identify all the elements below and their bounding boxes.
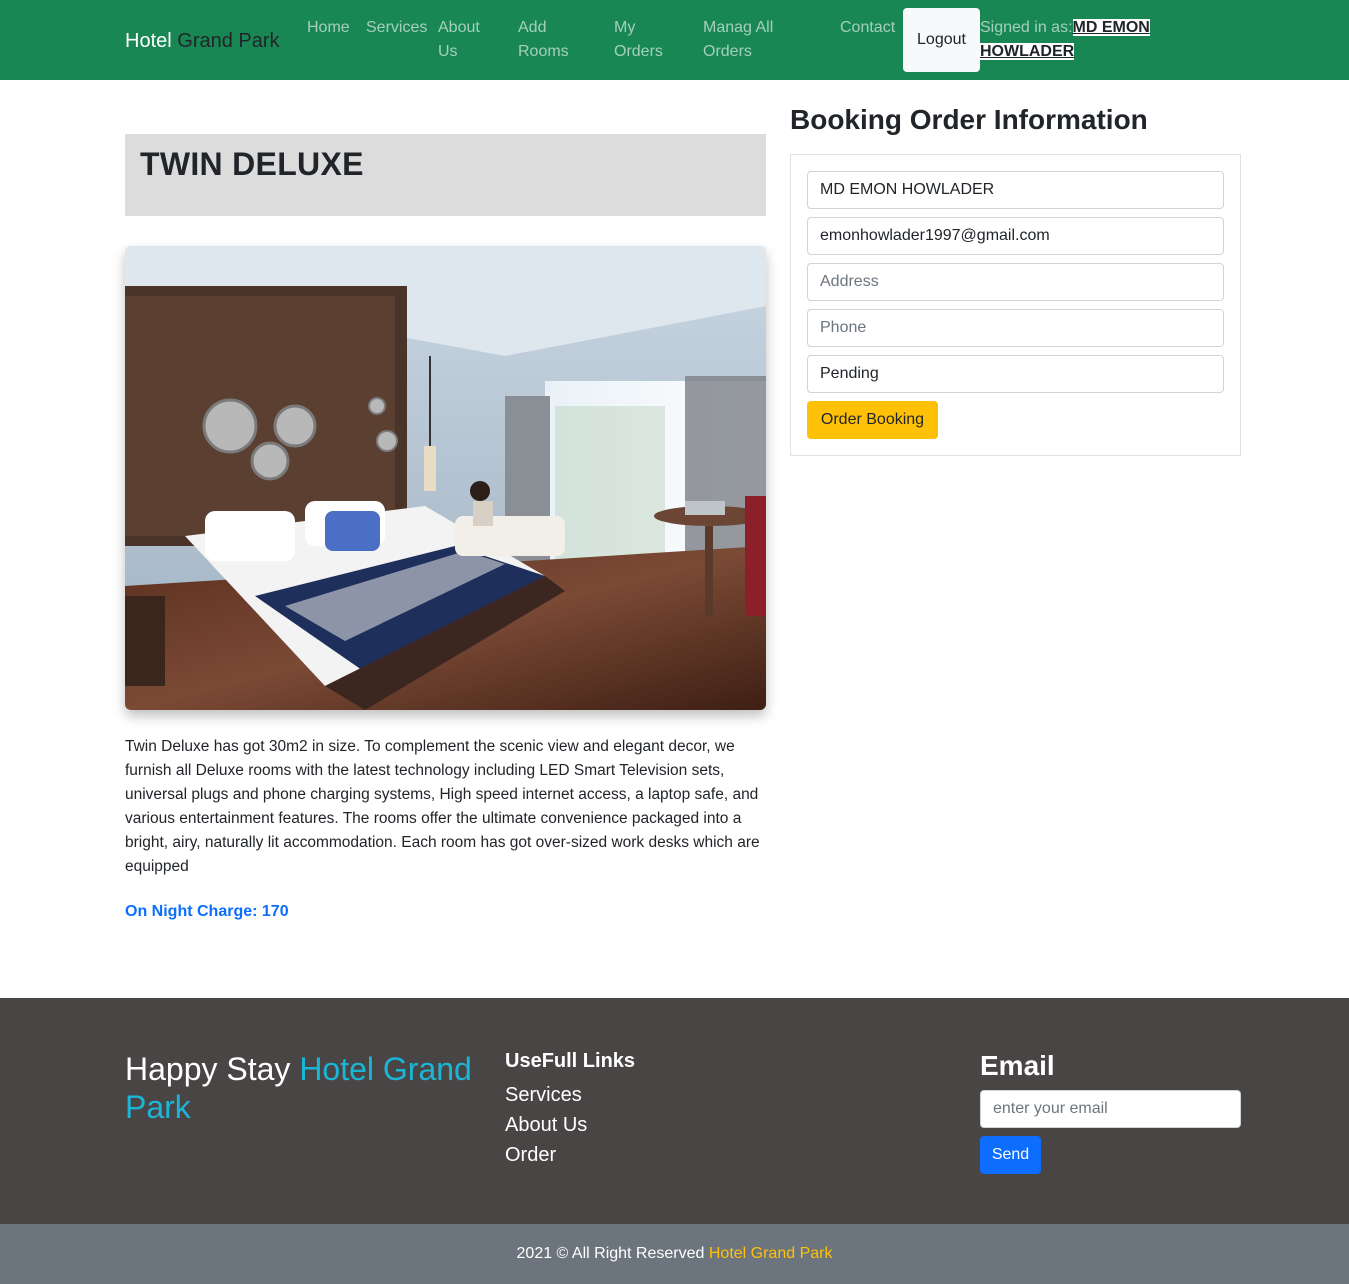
signed-in-label: Signed in as: [980, 19, 1073, 36]
address-field[interactable] [807, 263, 1224, 301]
night-charge: On Night Charge: 170 [125, 903, 289, 921]
room-title: TWIN DELUXE [140, 146, 364, 182]
navbar: Hotel Grand Park Home Services About Us … [0, 0, 1349, 80]
phone-field[interactable] [807, 309, 1224, 347]
status-field[interactable] [807, 355, 1224, 393]
nav-services[interactable]: Services [366, 16, 428, 40]
footer-link-about-us[interactable]: About Us [505, 1114, 587, 1137]
night-charge-label: On Night Charge: [125, 903, 258, 920]
room-description: Twin Deluxe has got 30m2 in size. To com… [125, 738, 760, 875]
brand-prefix: Hotel [125, 30, 172, 52]
copyright-brand: Hotel Grand Park [708, 1245, 833, 1262]
nav-my-orders[interactable]: My Orders [614, 16, 669, 64]
nav-about-us[interactable]: About Us [438, 16, 488, 64]
name-field[interactable] [807, 171, 1224, 209]
email-field[interactable] [807, 217, 1224, 255]
nav-contact[interactable]: Contact [840, 16, 900, 40]
order-booking-button[interactable]: Order Booking [807, 401, 938, 439]
brand-highlight: Grand Park [177, 30, 280, 52]
send-button[interactable]: Send [980, 1136, 1041, 1174]
footer-link-services[interactable]: Services [505, 1084, 582, 1107]
booking-form: Order Booking [790, 154, 1241, 456]
footer-link-order[interactable]: Order [505, 1144, 556, 1167]
room-photo [125, 246, 766, 710]
email-heading: Email [980, 1050, 1055, 1081]
room-title-box: TWIN DELUXE [125, 134, 766, 216]
booking-heading: Booking Order Information [790, 104, 1148, 135]
logout-button[interactable]: Logout [903, 8, 980, 72]
footer: Happy Stay Hotel Grand Park UseFull Link… [0, 998, 1349, 1224]
brand-logo[interactable]: Hotel Grand Park [125, 28, 280, 54]
newsletter-email-input[interactable] [980, 1090, 1241, 1128]
copyright-text: 2021 © All Right Reserved Hotel Grand Pa… [0, 1245, 1349, 1263]
copyright-bar: 2021 © All Right Reserved Hotel Grand Pa… [0, 1224, 1349, 1284]
footer-tagline-prefix: Happy Stay [125, 1051, 291, 1087]
nav-add-rooms[interactable]: Add Rooms [518, 16, 573, 64]
nav-manage-all-orders[interactable]: Manag All Orders [703, 16, 793, 64]
night-charge-value: 170 [261, 903, 289, 920]
footer-tagline: Happy Stay Hotel Grand Park [125, 1050, 495, 1126]
copyright-prefix: 2021 © All Right Reserved [516, 1245, 705, 1262]
useful-links-heading: UseFull Links [505, 1050, 636, 1072]
signed-in-status: Signed in as:MD EMON HOWLADER [980, 16, 1170, 64]
nav-home[interactable]: Home [307, 16, 357, 40]
